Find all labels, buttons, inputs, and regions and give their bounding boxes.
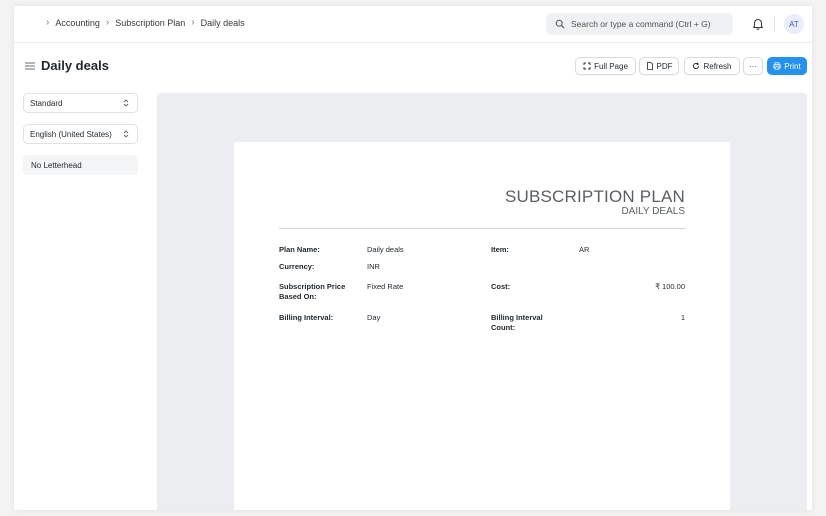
pdf-label: PDF — [656, 61, 673, 71]
file-icon — [646, 62, 653, 70]
navbar-divider — [774, 16, 775, 32]
search-placeholder: Search or type a command (Ctrl + G) — [571, 19, 711, 29]
chevron-right-icon: › — [46, 17, 50, 28]
item-value: AR — [579, 245, 590, 254]
print-label: Print — [784, 61, 801, 71]
full-page-button[interactable]: Full Page — [575, 57, 636, 75]
price-based-on-label: Subscription Price Based On: — [279, 282, 346, 301]
item-label: Item: — [491, 245, 509, 254]
breadcrumb-subscription-plan[interactable]: Subscription Plan — [115, 18, 185, 28]
printer-icon — [773, 62, 781, 70]
pdf-button[interactable]: PDF — [639, 57, 679, 75]
refresh-icon — [693, 62, 700, 70]
refresh-label: Refresh — [703, 61, 732, 71]
currency-label: Currency: — [279, 262, 315, 271]
letterhead-select[interactable]: No Letterhead — [23, 155, 138, 175]
print-format-select[interactable]: Standard — [23, 93, 138, 113]
plan-name-label: Plan Name: — [279, 245, 320, 254]
language-value: English (United States) — [30, 129, 112, 139]
chevron-right-icon: › — [105, 17, 110, 28]
print-preview-area: SUBSCRIPTION PLAN DAILY DEALS Plan Name:… — [157, 93, 807, 510]
billing-interval-value: Day — [367, 313, 381, 322]
billing-interval-label: Billing Interval: — [279, 313, 334, 322]
print-button[interactable]: Print — [767, 57, 807, 75]
notification-bell-icon[interactable] — [752, 17, 764, 30]
billing-interval-count-label: Billing Interval Count: — [491, 313, 543, 332]
search-input[interactable]: Search or type a command (Ctrl + G) — [546, 13, 733, 35]
breadcrumb: › Accounting › Subscription Plan › Daily… — [46, 17, 251, 29]
language-select[interactable]: English (United States) — [23, 124, 138, 144]
document-subtitle: DAILY DEALS — [621, 206, 685, 217]
document-divider — [279, 228, 685, 229]
chevron-right-icon: › — [191, 17, 195, 28]
refresh-button[interactable]: Refresh — [684, 57, 740, 75]
breadcrumb-daily-deals[interactable]: Daily deals — [201, 18, 245, 28]
cost-label: Cost: — [491, 282, 511, 291]
plan-name-value: Daily deals — [367, 245, 404, 254]
billing-interval-count-value: 1 — [680, 313, 685, 322]
cost-value: ₹ 100.00 — [655, 282, 685, 291]
app-window: › Accounting › Subscription Plan › Daily… — [14, 6, 812, 510]
more-options-label: ··· — [749, 61, 757, 71]
currency-value: INR — [367, 262, 380, 271]
breadcrumb-accounting[interactable]: Accounting — [55, 18, 100, 28]
document-title: SUBSCRIPTION PLAN — [504, 187, 685, 206]
page-title: Daily deals — [41, 58, 109, 73]
print-format-value: Standard — [30, 98, 63, 108]
more-options-button[interactable]: ··· — [743, 57, 763, 75]
print-sheet: SUBSCRIPTION PLAN DAILY DEALS Plan Name:… — [234, 142, 730, 510]
price-based-on-value: Fixed Rate — [367, 282, 404, 291]
chevron-up-down-icon — [123, 99, 129, 107]
navbar: › Accounting › Subscription Plan › Daily… — [14, 6, 812, 43]
chevron-up-down-icon — [123, 130, 129, 138]
full-page-label: Full Page — [594, 61, 628, 71]
avatar[interactable]: AT — [784, 14, 804, 34]
search-icon — [555, 19, 565, 29]
sidebar-toggle-icon[interactable] — [25, 62, 35, 70]
expand-icon — [583, 62, 591, 70]
